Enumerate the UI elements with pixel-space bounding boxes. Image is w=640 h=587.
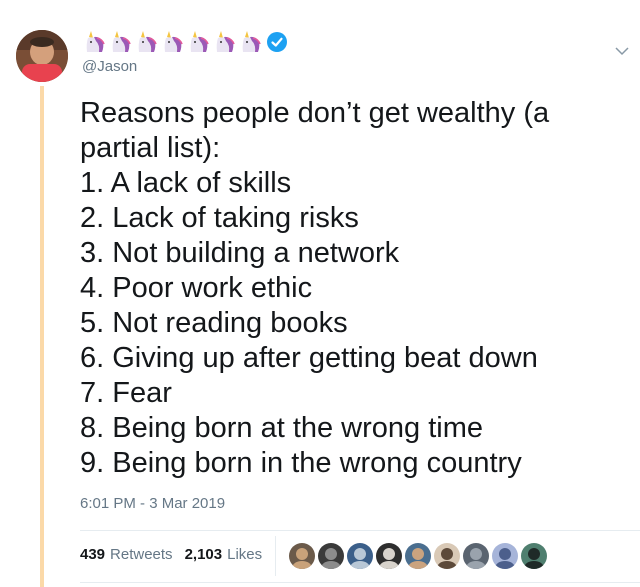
liker-avatar[interactable] — [521, 543, 547, 569]
liker-avatar[interactable] — [318, 543, 344, 569]
timestamp[interactable]: 6:01 PM - 3 Mar 2019 — [80, 495, 225, 512]
tweet-line: 2. Lack of taking risks — [80, 202, 359, 234]
liker-avatars — [289, 543, 547, 569]
tweet-line: 9. Being born in the wrong country — [80, 447, 522, 479]
tweet-line: Reasons people don’t get wealthy (a — [80, 97, 550, 129]
divider — [80, 582, 640, 583]
liker-avatar[interactable] — [463, 543, 489, 569]
unicorn-icon — [164, 31, 183, 52]
liker-avatar[interactable] — [434, 543, 460, 569]
divider — [80, 530, 640, 531]
unicorn-icon — [190, 31, 209, 52]
liker-avatar[interactable] — [492, 543, 518, 569]
thread-line — [40, 86, 44, 587]
retweets-count: 439 — [80, 546, 106, 563]
verified-badge-icon — [267, 32, 287, 52]
user-handle[interactable]: @Jason — [82, 58, 137, 75]
tweet-line: 5. Not reading books — [80, 307, 348, 339]
tweet-line: 3. Not building a network — [80, 237, 400, 269]
tweet-text: Reasons people don’t get wealthy (a part… — [80, 96, 620, 481]
tweet-line: 4. Poor work ethic — [80, 272, 313, 304]
tweet-line: 6. Giving up after getting beat down — [80, 342, 538, 374]
unicorn-icon — [242, 31, 261, 52]
display-name[interactable] — [82, 30, 288, 54]
unicorn-icon — [86, 31, 105, 52]
tweet-line: 8. Being born at the wrong time — [80, 412, 484, 444]
tweet-card: @Jason Reasons people don’t get wealthy … — [0, 0, 640, 587]
tweet-line: 7. Fear — [80, 377, 172, 409]
chevron-down-icon[interactable] — [615, 46, 629, 56]
liker-avatar[interactable] — [405, 543, 431, 569]
tweet-line: 1. A lack of skills — [80, 167, 292, 199]
unicorn-icon — [216, 31, 235, 52]
retweets-label: Retweets — [110, 546, 173, 563]
tweet-line: partial list): — [80, 132, 221, 164]
tweet-stats: 439 Retweets 2,103 Likes — [80, 546, 262, 563]
likes-label: Likes — [227, 546, 263, 563]
avatar[interactable] — [16, 30, 68, 82]
unicorn-icon — [112, 31, 131, 52]
stats-separator — [275, 536, 276, 576]
liker-avatar[interactable] — [376, 543, 402, 569]
liker-avatar[interactable] — [347, 543, 373, 569]
likes-stat[interactable]: 2,103 Likes — [185, 546, 263, 563]
retweets-stat[interactable]: 439 Retweets — [80, 546, 173, 563]
unicorn-icon — [138, 31, 157, 52]
likes-count: 2,103 — [184, 546, 223, 563]
liker-avatar[interactable] — [289, 543, 315, 569]
